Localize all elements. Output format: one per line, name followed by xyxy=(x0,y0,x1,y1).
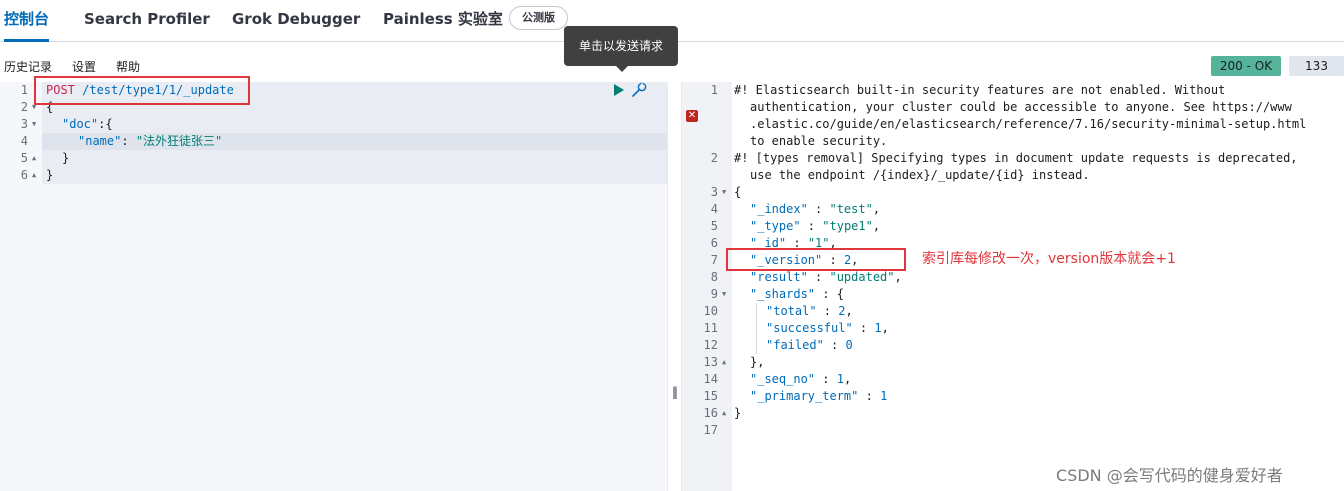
code-line: "failed" : 0 xyxy=(766,338,853,352)
line-number: 7 xyxy=(710,253,718,267)
fold-open-icon[interactable]: ▼ xyxy=(722,184,726,201)
line-number: 11 xyxy=(703,321,718,335)
fold-open-icon[interactable]: ▼ xyxy=(32,116,36,133)
code-line: "doc":{ xyxy=(62,117,113,131)
warning-line: authentication, your cluster could be ac… xyxy=(750,100,1292,114)
version-annotation: 索引库每修改一次，version版本就会+1 xyxy=(922,251,1176,267)
line-number: 16 xyxy=(703,406,718,420)
panel-resizer[interactable] xyxy=(667,82,682,491)
fold-close-icon[interactable]: ▲ xyxy=(722,354,726,371)
code-line: "name": "法外狂徒张三" xyxy=(78,134,223,148)
line-number: 13 xyxy=(703,355,718,369)
line-number: 1 xyxy=(710,83,718,97)
warning-line: to enable security. xyxy=(750,134,888,148)
code-line: "successful" : 1, xyxy=(766,321,889,335)
resize-handle-icon[interactable]: ‖ xyxy=(672,385,678,399)
line-number: 2 xyxy=(710,151,718,165)
code-line: "_type" : "type1", xyxy=(750,219,881,233)
line-number: 3 xyxy=(20,117,28,131)
line-number: 2 xyxy=(20,100,28,114)
code-line: }, xyxy=(750,355,765,369)
line-number: 5 xyxy=(710,219,718,233)
error-icon: ✕ xyxy=(686,110,698,122)
help-menu[interactable]: 帮助 xyxy=(116,58,140,75)
code-line: } xyxy=(62,151,70,165)
play-icon[interactable] xyxy=(614,84,624,96)
warning-line: #! [types removal] Specifying types in d… xyxy=(734,151,1298,165)
code-line: "result" : "updated", xyxy=(750,270,902,284)
code-line: } xyxy=(46,168,54,182)
tab-painless-lab[interactable]: Painless 实验室 xyxy=(383,0,503,42)
line-number: 1 xyxy=(20,83,28,97)
response-time-badge: 133 ms xyxy=(1289,56,1344,93)
tab-search-profiler[interactable]: Search Profiler xyxy=(84,0,210,42)
code-line: "_seq_no" : 1, xyxy=(750,372,852,386)
beta-badge: 公测版 xyxy=(509,6,568,30)
tab-console[interactable]: 控制台 xyxy=(4,0,50,42)
fold-close-icon[interactable]: ▲ xyxy=(32,150,36,167)
fold-close-icon[interactable]: ▲ xyxy=(32,167,36,184)
line-number: 8 xyxy=(710,270,718,284)
code-line: { xyxy=(734,185,742,199)
line-number: 9 xyxy=(710,287,718,301)
settings-menu[interactable]: 设置 xyxy=(72,58,96,75)
warning-line: use the endpoint /{index}/_update/{id} i… xyxy=(750,168,1090,182)
line-number: 6 xyxy=(710,236,718,250)
indent-guide xyxy=(756,303,757,354)
line-number: 12 xyxy=(703,338,718,352)
history-menu[interactable]: 历史记录 xyxy=(4,58,52,75)
code-line: "_primary_term" : 1 xyxy=(750,389,888,403)
line-number: 10 xyxy=(703,304,718,318)
line-number: 5 xyxy=(20,151,28,165)
request-editor[interactable]: 1 2 3 4 5 6 ▼ ▼ ▲ ▲ POST /test/type1/1/_… xyxy=(0,82,667,491)
line-number: 14 xyxy=(703,372,718,386)
status-badge: 200 - OK xyxy=(1211,56,1281,76)
watermark: CSDN @会写代码的健身爱好者 xyxy=(1056,466,1283,485)
warning-line: #! Elasticsearch built-in security featu… xyxy=(734,83,1226,97)
fold-close-icon[interactable]: ▲ xyxy=(722,405,726,422)
line-number: 6 xyxy=(20,168,28,182)
line-number: 4 xyxy=(710,202,718,216)
fold-open-icon[interactable]: ▼ xyxy=(722,286,726,303)
request-line-highlight-box xyxy=(34,76,250,105)
line-number: 17 xyxy=(703,423,718,437)
line-number: 4 xyxy=(20,134,28,148)
line-number: 3 xyxy=(710,185,718,199)
warning-line: .elastic.co/guide/en/elasticsearch/refer… xyxy=(750,117,1307,131)
line-number: 15 xyxy=(703,389,718,403)
tab-grok-debugger[interactable]: Grok Debugger xyxy=(232,0,360,42)
response-viewer: 1 2 3 4 5 6 7 8 9 10 11 12 13 14 15 16 1… xyxy=(682,82,1344,491)
code-line: "_index" : "test", xyxy=(750,202,881,216)
code-line: "total" : 2, xyxy=(766,304,853,318)
code-line: } xyxy=(734,406,742,420)
code-line: "_shards" : { xyxy=(750,287,844,301)
wrench-icon[interactable] xyxy=(630,81,648,99)
send-request-tooltip: 单击以发送请求 xyxy=(564,26,678,72)
version-highlight-box xyxy=(726,248,906,271)
